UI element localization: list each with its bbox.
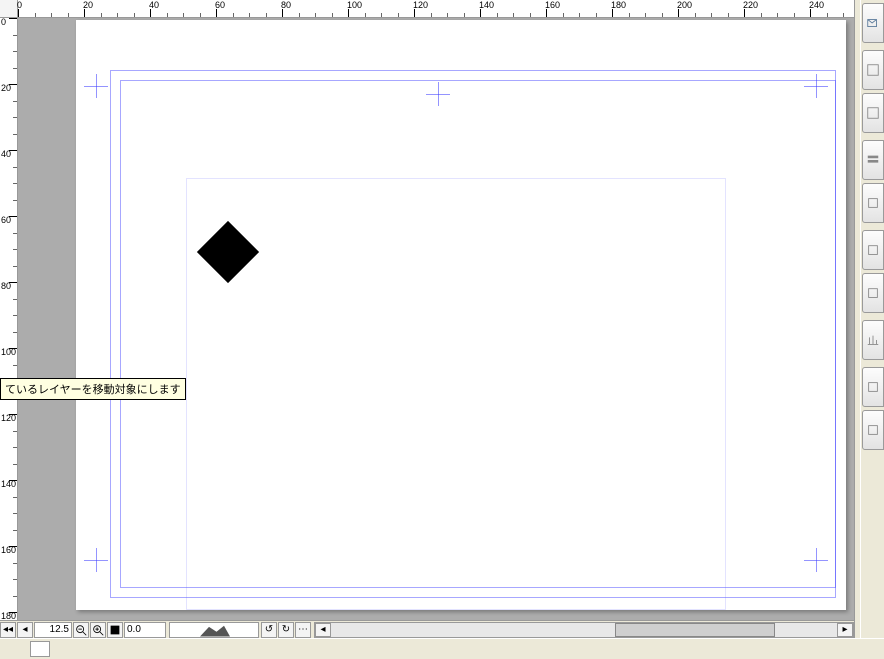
panel-tab[interactable] [862,50,884,90]
scroll-left-button[interactable]: ◂ [315,623,331,637]
panel-tab[interactable] [862,230,884,270]
ruler-tick-label: 20 [83,0,93,10]
bottom-strip [0,638,884,659]
rotation-value[interactable]: 0.0 [124,622,166,638]
ruler-tick-label: 180 [611,0,626,10]
panel-tab[interactable] [862,3,884,43]
horizontal-scrollbar[interactable]: ◂ ▸ [314,622,854,638]
ruler-origin-corner[interactable] [0,0,18,18]
ruler-tick-label: 160 [1,545,16,555]
tooltip: ているレイヤーを移動対象にします [0,378,186,400]
ruler-tick-label: 220 [743,0,758,10]
panel-tab[interactable] [862,273,884,313]
ruler-tick-label: 160 [545,0,560,10]
panel-tab[interactable] [862,410,884,450]
ruler-tick-label: 0 [1,18,6,27]
ruler-tick-label: 140 [479,0,494,10]
guide-frame-inner [186,178,726,610]
ruler-tick-label: 120 [413,0,428,10]
crop-mark [84,548,108,572]
histogram-preview [169,622,259,638]
zoom-value[interactable]: 12.5 [34,622,72,638]
crop-mark [84,74,108,98]
horizontal-ruler[interactable]: 0 20 40 60 80 100 120 140 160 180 200 220 240 [0,0,854,18]
ruler-tick-label: 80 [281,0,291,10]
ruler-tick-label: 60 [215,0,225,10]
ruler-tick-label: 180 [1,611,16,620]
panel-tab[interactable] [862,93,884,133]
canvas-viewport[interactable] [18,18,854,620]
crop-mark [804,548,828,572]
panel-tab[interactable] [862,183,884,223]
scroll-right-button[interactable]: ▸ [837,623,853,637]
ruler-tick-label: 100 [1,347,16,357]
ruler-tick-label: 40 [1,149,11,159]
ruler-tick-label: 20 [1,83,11,93]
ruler-tick-label: 80 [1,281,11,291]
rotate-ccw-button[interactable]: ↺ [261,622,277,638]
rotate-cw-button[interactable]: ↻ [278,622,294,638]
page-prev-button[interactable]: ◂ [17,622,33,638]
ruler-tick-label: 120 [1,413,16,423]
ruler-tick-label: 240 [809,0,824,10]
crop-mark [804,74,828,98]
ruler-tick-label: 100 [347,0,362,10]
scroll-thumb[interactable] [615,623,775,637]
options-button[interactable]: ⋯ [295,622,311,638]
ruler-tick-label: 140 [1,479,16,489]
vertical-ruler[interactable]: 0 20 40 60 80 100 120 140 160 180 [0,18,18,620]
ruler-tick-label: 40 [149,0,159,10]
registration-mark [426,82,450,106]
panel-dock [860,0,884,638]
panel-tab[interactable] [862,367,884,407]
panel-tab[interactable] [862,320,884,360]
status-bar: ◂◂ ◂ 12.5 0.0 ↺ ↻ ⋯ ◂ ▸ [0,620,854,638]
zoom-in-button[interactable] [90,622,106,638]
zoom-out-button[interactable] [73,622,89,638]
panel-tab[interactable] [862,140,884,180]
page-thumbnail-button[interactable] [30,641,50,657]
page-first-button[interactable]: ◂◂ [0,622,16,638]
ruler-tick-label: 60 [1,215,11,225]
ruler-tick-label: 0 [17,0,22,10]
ruler-tick-label: 200 [677,0,692,10]
fit-page-button[interactable] [107,622,123,638]
